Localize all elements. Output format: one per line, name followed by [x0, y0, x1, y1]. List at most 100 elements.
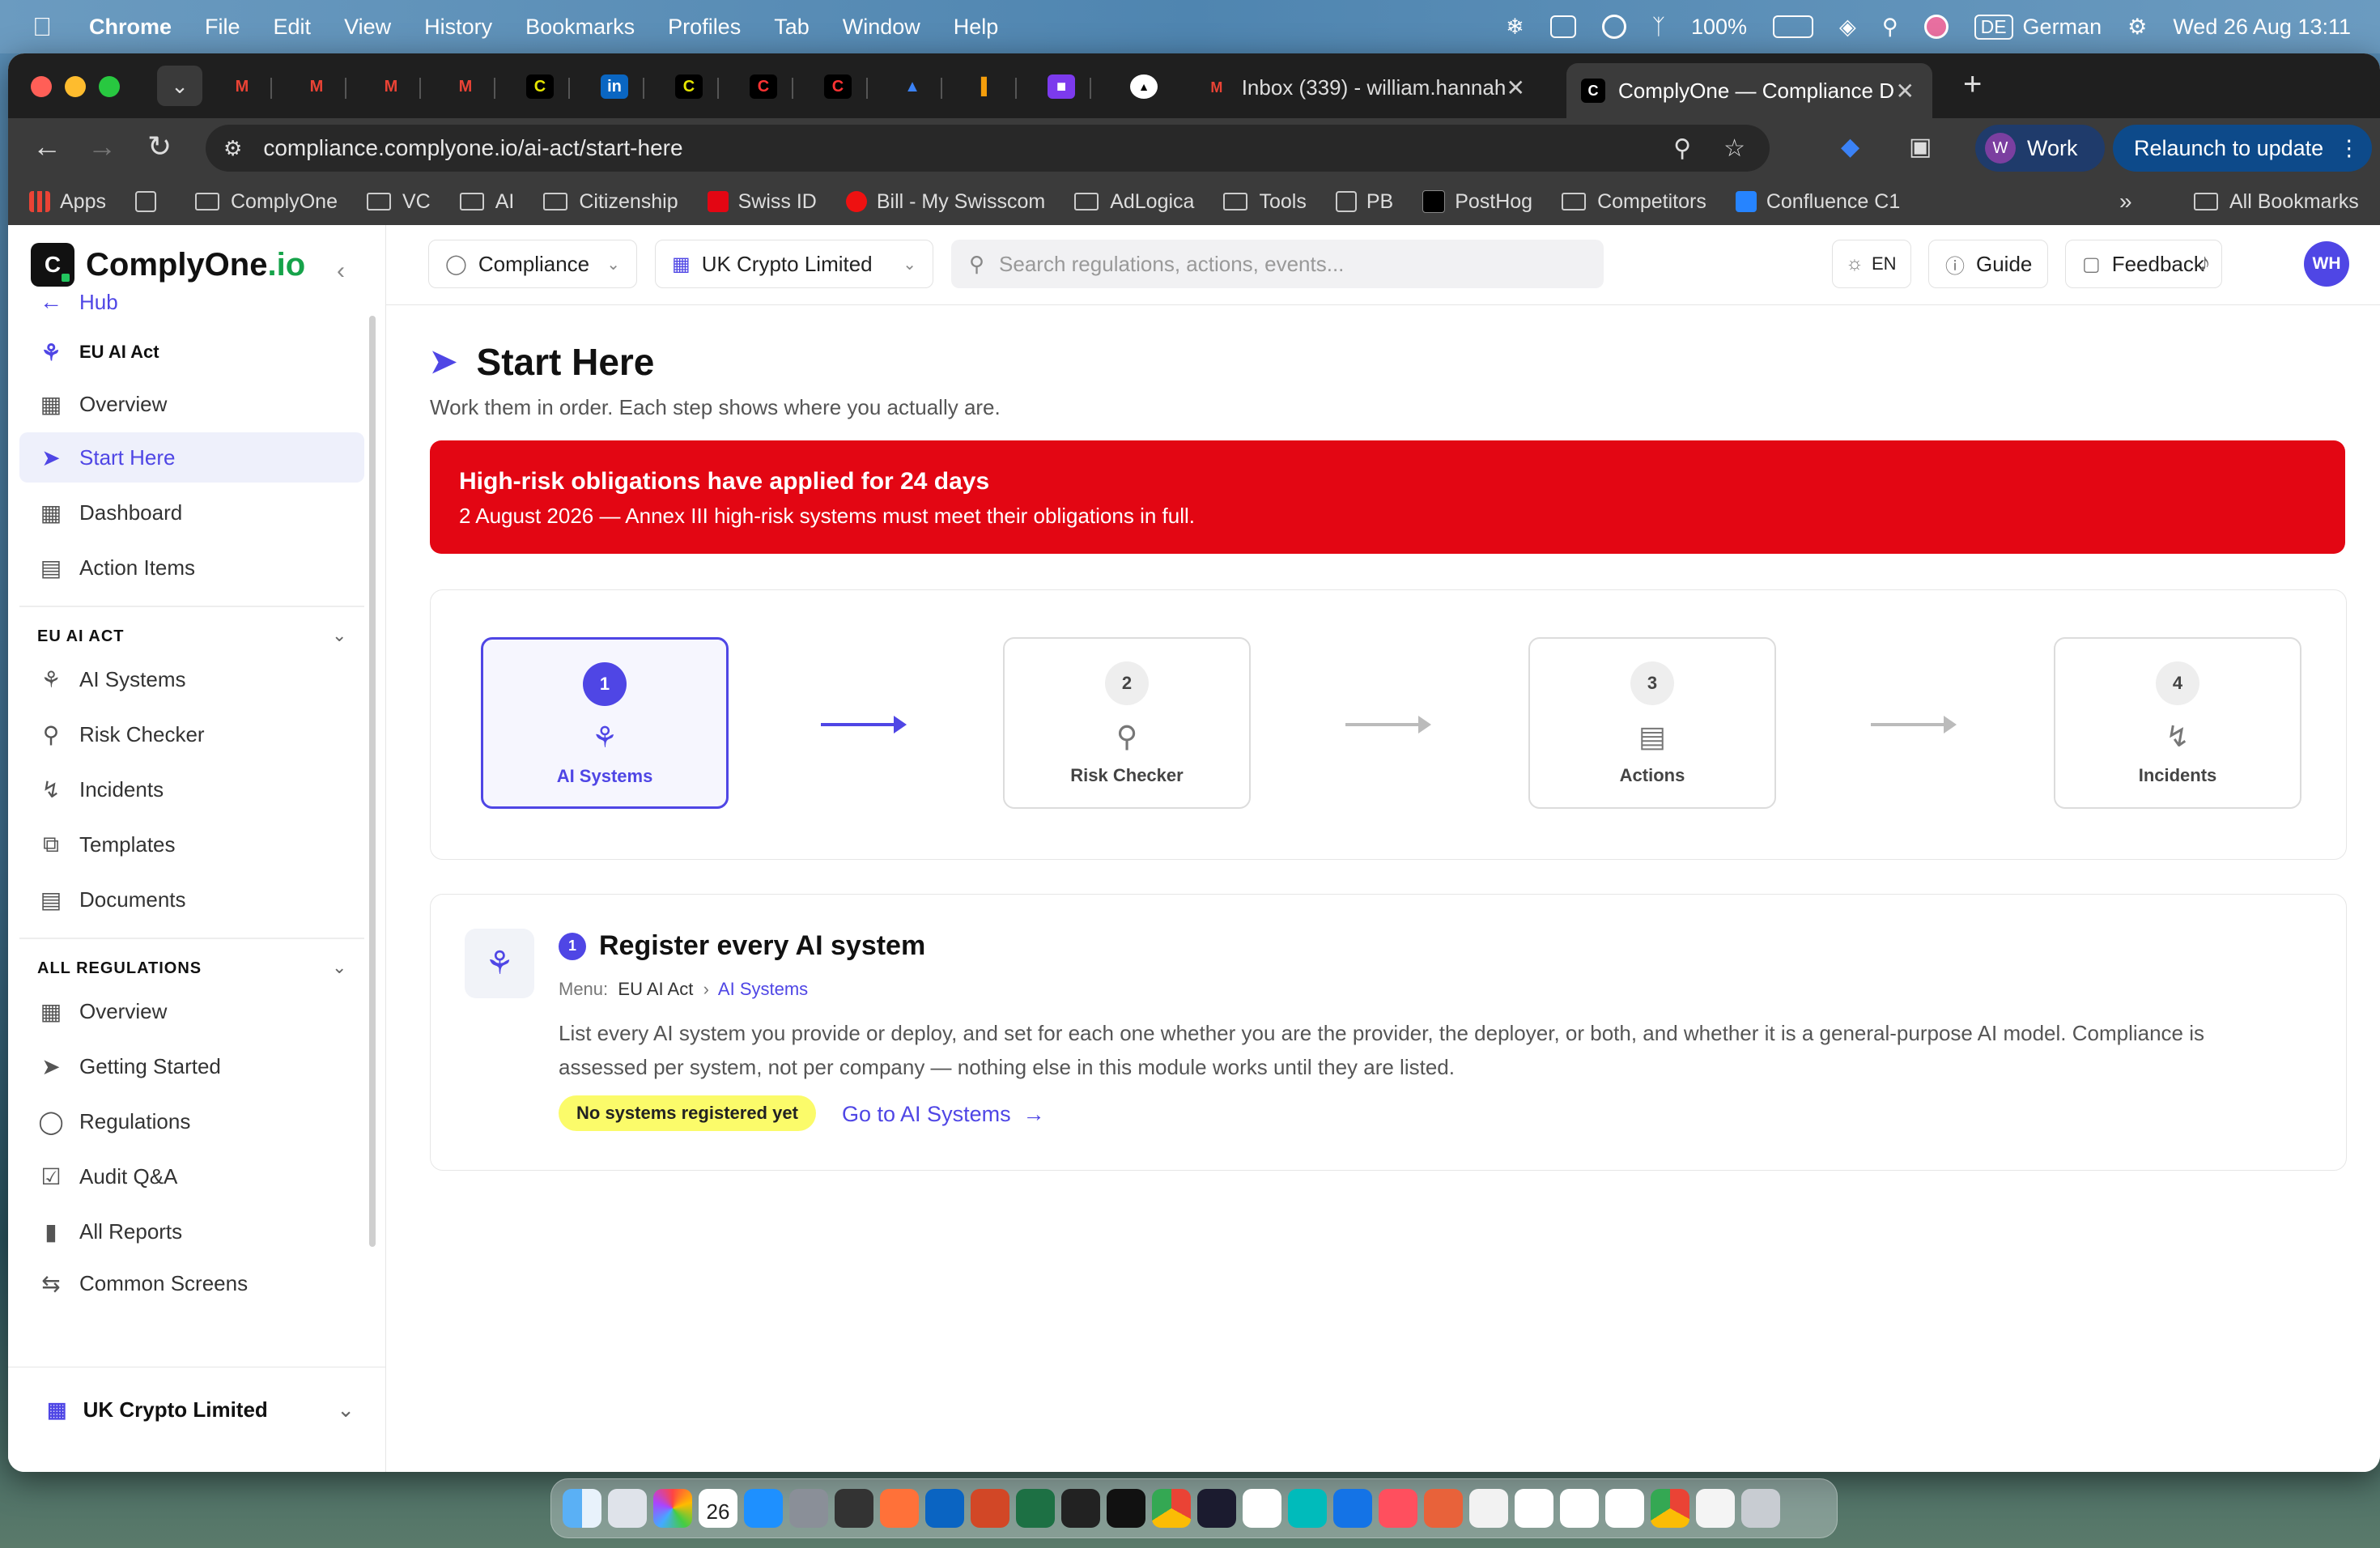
- sidebar-item-start-here[interactable]: ➤ Start Here: [19, 432, 364, 483]
- sidebar-item-risk-checker[interactable]: ⚲ Risk Checker: [19, 709, 364, 759]
- minimize-window-button[interactable]: [65, 76, 86, 97]
- bookmark-folder-competitors[interactable]: Competitors: [1562, 190, 1706, 214]
- input-source-label[interactable]: German: [2023, 15, 2102, 40]
- triangle-app-tab-icon[interactable]: ▲: [899, 74, 926, 99]
- sidebar-item-incidents[interactable]: ↯ Incidents: [19, 764, 364, 814]
- close-tab-icon[interactable]: ✕: [1507, 74, 1525, 101]
- url-text[interactable]: compliance.complyone.io/ai-act/start-her…: [263, 135, 682, 161]
- plex-icon[interactable]: [1061, 1489, 1100, 1528]
- search-app-icon[interactable]: [1288, 1489, 1327, 1528]
- trash-icon[interactable]: [1741, 1489, 1780, 1528]
- photos-icon[interactable]: [653, 1489, 692, 1528]
- snowflake-status-icon[interactable]: ❄: [1506, 15, 1524, 40]
- step-ai-systems[interactable]: 1 ⚘ AI Systems: [481, 637, 729, 809]
- claude-icon[interactable]: [1424, 1489, 1463, 1528]
- clock-icon[interactable]: [1696, 1489, 1735, 1528]
- sidebar-item-hub[interactable]: ← Hub: [19, 277, 364, 327]
- sidebar-item-ai-systems[interactable]: ⚘ AI Systems: [19, 654, 364, 704]
- bookmark-posthog[interactable]: PostHog: [1422, 190, 1532, 214]
- guide-button[interactable]: ⓘ Guide: [1928, 240, 2048, 288]
- tab-gmail-inbox[interactable]: M Inbox (339) - william.hannah@ ✕: [1190, 63, 1543, 112]
- sidebar-item-common-screens[interactable]: ⇆ Common Screens: [19, 1258, 364, 1308]
- bookmark-folder-ai[interactable]: AI: [459, 190, 514, 214]
- bookmark-apps[interactable]: Apps: [29, 190, 106, 214]
- complyone-tab-icon[interactable]: C: [526, 74, 554, 99]
- gmail-tab-icon[interactable]: M: [452, 74, 479, 99]
- battery-percent[interactable]: 100%: [1691, 15, 1747, 40]
- tab-search-chevron-icon[interactable]: ⌄: [157, 66, 202, 106]
- language-selector[interactable]: ☼ EN: [1832, 240, 1911, 288]
- tab-groups-icon[interactable]: [134, 191, 166, 212]
- live-app-icon[interactable]: [835, 1489, 873, 1528]
- bookmark-folder-vc[interactable]: VC: [366, 190, 431, 214]
- chrome-icon[interactable]: [1152, 1489, 1191, 1528]
- bookmark-swisscom[interactable]: Bill - My Swisscom: [845, 190, 1045, 214]
- back-arrow-icon[interactable]: ←: [32, 130, 62, 164]
- gmail-tab-icon[interactable]: M: [303, 74, 330, 99]
- bookmark-folder-citizenship[interactable]: Citizenship: [543, 190, 678, 214]
- notifications-bell-icon[interactable]: ♪: [2199, 249, 2211, 277]
- vercel-tab-icon[interactable]: ▲: [1130, 74, 1158, 99]
- bookmark-confluence[interactable]: Confluence C1: [1735, 190, 1900, 214]
- sidebar-item-dashboard[interactable]: ▦ Dashboard: [19, 487, 364, 538]
- input-source-badge[interactable]: DE: [1974, 14, 2013, 40]
- bookmark-folder-tools[interactable]: Tools: [1223, 190, 1307, 214]
- section-chevron-down-icon[interactable]: ⌄: [332, 625, 346, 646]
- chatgpt-icon[interactable]: [1605, 1489, 1644, 1528]
- bookmark-folder-complyone[interactable]: ComplyOne: [194, 190, 338, 214]
- sidebar-item-overview[interactable]: ▦ Overview: [19, 379, 364, 429]
- close-tab-icon[interactable]: ✕: [1896, 78, 1915, 104]
- menu-bookmarks[interactable]: Bookmarks: [525, 15, 635, 40]
- gear-app-icon[interactable]: [1333, 1489, 1372, 1528]
- complyone-tab-icon[interactable]: C: [675, 74, 703, 99]
- bookmark-star-icon[interactable]: ☆: [1723, 134, 1745, 163]
- sidebar-scrollbar[interactable]: [369, 316, 376, 1247]
- sidebar-item-regs-overview[interactable]: ▦ Overview: [19, 986, 364, 1036]
- siri-icon[interactable]: [1923, 15, 1949, 39]
- capcut-icon[interactable]: [1515, 1489, 1553, 1528]
- menu-edit[interactable]: Edit: [274, 15, 312, 40]
- step-incidents[interactable]: 4 ↯ Incidents: [2054, 637, 2301, 809]
- section-chevron-down-icon[interactable]: ⌄: [332, 957, 346, 978]
- chrome-icon[interactable]: [1651, 1489, 1689, 1528]
- bookmark-folder-adlogica[interactable]: AdLogica: [1074, 190, 1194, 214]
- step-risk-checker[interactable]: 2 ⚲ Risk Checker: [1003, 637, 1251, 809]
- sidebar-item-audit-qa[interactable]: ☑ Audit Q&A: [19, 1151, 364, 1201]
- tab-complyone-active[interactable]: C ComplyOne — Compliance Da ✕: [1566, 63, 1932, 118]
- zoom-window-button[interactable]: [99, 76, 120, 97]
- go-to-ai-systems-link[interactable]: Go to AI Systems →: [842, 1102, 1045, 1127]
- workspace-selector[interactable]: ◯ Compliance ⌄: [428, 240, 637, 288]
- profile-button[interactable]: W Work: [1975, 125, 2105, 172]
- address-bar[interactable]: ⚙ compliance.complyone.io/ai-act/start-h…: [206, 125, 1770, 172]
- wifi-icon[interactable]: ◈: [1839, 15, 1856, 40]
- control-center-icon[interactable]: ⚙: [2127, 15, 2147, 40]
- forward-arrow-icon[interactable]: →: [87, 130, 117, 164]
- sidebar-item-action-items[interactable]: ▤ Action Items: [19, 542, 364, 593]
- menu-history[interactable]: History: [424, 15, 492, 40]
- spotlight-search-icon[interactable]: ⚲: [1882, 15, 1898, 40]
- password-manager-icon[interactable]: ◆: [1841, 133, 1859, 161]
- close-window-button[interactable]: [31, 76, 52, 97]
- outlook-icon[interactable]: [925, 1489, 964, 1528]
- reload-icon[interactable]: ↻: [147, 130, 172, 164]
- menu-app-name[interactable]: Chrome: [89, 15, 172, 40]
- more-bookmarks-chevron-icon[interactable]: »: [2119, 189, 2132, 215]
- slack-icon[interactable]: [1243, 1489, 1281, 1528]
- battery-icon[interactable]: [1773, 15, 1814, 38]
- global-search-input[interactable]: ⚲ Search regulations, actions, events...: [951, 240, 1604, 288]
- gmail-tab-icon[interactable]: M: [228, 74, 256, 99]
- all-bookmarks-folder[interactable]: All Bookmarks: [2194, 190, 2359, 214]
- launchpad-icon[interactable]: [608, 1489, 647, 1528]
- apple-menu-icon[interactable]: : [32, 12, 60, 42]
- linkedin-tab-icon[interactable]: in: [601, 74, 628, 99]
- breadcrumb-ai-systems[interactable]: AI Systems: [718, 979, 808, 999]
- bookmark-pb[interactable]: PB: [1335, 190, 1393, 214]
- screens-status-icon[interactable]: [1549, 15, 1576, 38]
- site-info-icon[interactable]: ⚙: [223, 136, 242, 161]
- menu-window[interactable]: Window: [843, 15, 920, 40]
- menu-help[interactable]: Help: [954, 15, 999, 40]
- menu-view[interactable]: View: [344, 15, 391, 40]
- speedometer-icon[interactable]: [1197, 1489, 1236, 1528]
- gmail-tab-icon[interactable]: M: [377, 74, 405, 99]
- extensions-puzzle-icon[interactable]: ▣: [1909, 133, 1932, 161]
